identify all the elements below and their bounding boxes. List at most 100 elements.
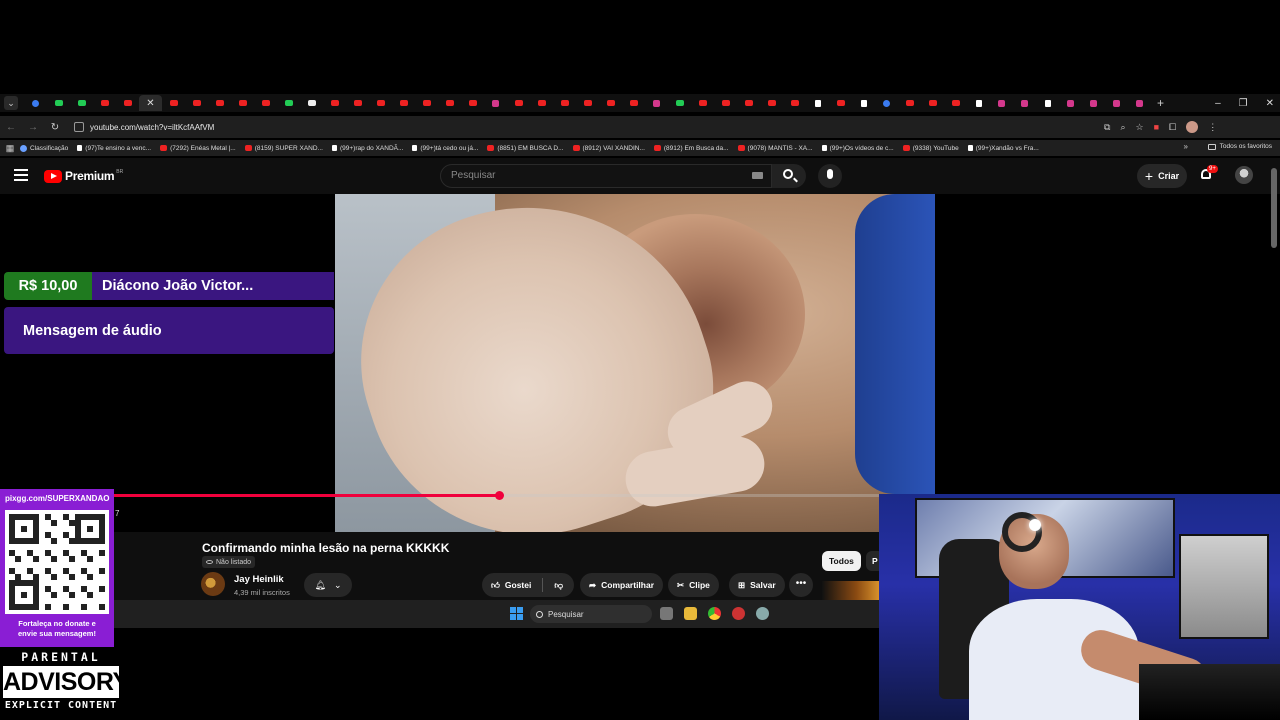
bookmark-item[interactable]: (9338) YouTube (902, 145, 959, 152)
forward-button[interactable]: → (22, 122, 44, 133)
browser-tab[interactable] (93, 95, 116, 111)
bookmark-item[interactable]: (99+)rap do XANDÃ... (331, 145, 403, 152)
browser-tab[interactable] (1082, 95, 1105, 111)
browser-tab[interactable] (1128, 95, 1151, 111)
close-window-button[interactable]: ✕ (1266, 98, 1274, 109)
browser-tab[interactable] (47, 95, 70, 111)
channel-avatar[interactable] (201, 572, 225, 596)
browser-tab[interactable] (208, 95, 231, 111)
subscription-bell-button[interactable]: 🔔︎ ⌄ (304, 573, 352, 597)
zoom-icon[interactable]: ⌕ (1120, 122, 1125, 133)
extensions-puzzle-icon[interactable]: ⧠ (1169, 122, 1176, 133)
create-button[interactable]: + Criar (1137, 164, 1187, 188)
share-button[interactable]: ➦ Compartilhar (580, 573, 664, 597)
apps-grid-icon[interactable]: ▦ (0, 143, 20, 154)
close-tab-icon[interactable]: ✕ (146, 98, 154, 109)
browser-tab[interactable] (254, 95, 277, 111)
browser-tab[interactable] (1013, 95, 1036, 111)
bookmark-item[interactable]: (99+)tá cedo ou já... (412, 145, 478, 152)
browser-tab[interactable] (737, 95, 760, 111)
channel-name[interactable]: Jay Heinlik (234, 574, 284, 585)
browser-tab[interactable] (645, 95, 668, 111)
menu-hamburger-icon[interactable] (14, 169, 28, 181)
browser-tab[interactable] (530, 95, 553, 111)
settings-gear-icon[interactable] (756, 607, 769, 620)
task-view-icon[interactable] (660, 607, 673, 620)
bookmark-item[interactable]: (99+)Os vídeos de c... (821, 145, 894, 152)
browser-tab[interactable] (24, 95, 47, 111)
reload-button[interactable]: ↻ (44, 122, 66, 133)
bookmark-item[interactable]: (8159) SUPER XAND... (244, 145, 323, 152)
browser-tab[interactable] (1105, 95, 1128, 111)
recommended-thumbnail[interactable] (822, 581, 879, 600)
chip-all[interactable]: Todos (822, 551, 861, 571)
browser-tab[interactable] (1059, 95, 1082, 111)
bookmark-item[interactable]: (9078) MANTIS - XA... (737, 145, 813, 152)
bookmark-item[interactable]: (7292) Enéas Metal |... (160, 145, 236, 152)
browser-tab[interactable] (691, 95, 714, 111)
browser-tab[interactable] (898, 95, 921, 111)
browser-tab[interactable] (783, 95, 806, 111)
bookmark-item[interactable]: Classificação (20, 144, 68, 152)
bookmark-item[interactable]: (99+)Xandão vs Fra... (967, 145, 1039, 152)
browser-tab[interactable] (668, 95, 691, 111)
browser-tab[interactable] (576, 95, 599, 111)
browser-tab[interactable] (507, 95, 530, 111)
bookmark-item[interactable]: (8912) Em Busca da... (653, 145, 729, 152)
bookmark-item[interactable]: (8912) VAI XANDIN... (572, 145, 645, 152)
new-tab-button[interactable]: + (1157, 96, 1164, 110)
windows-start-icon[interactable] (510, 607, 523, 620)
dislike-button[interactable]: 👎︎ (554, 580, 563, 591)
browser-tab[interactable] (438, 95, 461, 111)
bookmark-item[interactable]: (97)Te ensino a venc... (77, 145, 151, 152)
browser-tab[interactable] (553, 95, 576, 111)
bookmark-item[interactable]: (8851) EM BUSCA D... (487, 145, 564, 152)
page-scrollbar[interactable] (1271, 168, 1277, 248)
clip-button[interactable]: ✂ Clipe (668, 573, 719, 597)
search-button[interactable] (772, 164, 806, 188)
chrome-icon[interactable] (708, 607, 721, 620)
app-icon[interactable] (732, 607, 745, 620)
browser-tab[interactable] (921, 95, 944, 111)
all-bookmarks-button[interactable]: Todos os favoritos (1207, 143, 1272, 150)
bookmarks-overflow-icon[interactable]: » (1184, 142, 1188, 151)
browser-tab[interactable] (806, 95, 829, 111)
extension-icon[interactable]: ■ (1154, 122, 1159, 132)
minimize-button[interactable]: – (1215, 98, 1221, 109)
browser-tab[interactable] (875, 95, 898, 111)
browser-tab[interactable] (231, 95, 254, 111)
browser-tab[interactable] (415, 95, 438, 111)
more-actions-button[interactable]: ••• (789, 573, 813, 597)
browser-tab[interactable] (599, 95, 622, 111)
browser-tab[interactable] (116, 95, 139, 111)
browser-tab[interactable] (392, 95, 415, 111)
youtube-premium-logo[interactable]: Premium BR (44, 169, 123, 183)
browser-tab[interactable] (346, 95, 369, 111)
browser-tab[interactable] (461, 95, 484, 111)
browser-tab[interactable] (714, 95, 737, 111)
save-button[interactable]: ⊞ Salvar (729, 573, 785, 597)
browser-tab[interactable] (70, 95, 93, 111)
site-info-icon[interactable] (74, 122, 84, 132)
profile-avatar-icon[interactable] (1186, 121, 1199, 133)
browser-tab[interactable] (944, 95, 967, 111)
back-button[interactable]: ← (0, 122, 22, 133)
browser-tab[interactable] (852, 95, 875, 111)
browser-tab[interactable] (1036, 95, 1059, 111)
like-button[interactable]: 👍︎ Gostei (491, 580, 531, 591)
tab-search-dropdown[interactable]: ⌄ (4, 96, 18, 110)
voice-search-button[interactable] (818, 164, 842, 188)
video-player[interactable] (335, 194, 935, 532)
keyboard-icon[interactable] (752, 172, 763, 179)
browser-tab[interactable] (760, 95, 783, 111)
browser-tab[interactable] (990, 95, 1013, 111)
cast-icon[interactable]: ⧉ (1104, 122, 1110, 133)
bookmark-star-icon[interactable]: ☆ (1135, 122, 1143, 133)
browser-tab-active[interactable]: ✕ (139, 95, 162, 111)
search-input[interactable]: Pesquisar (440, 164, 772, 188)
browser-tab[interactable] (369, 95, 392, 111)
browser-tab[interactable] (185, 95, 208, 111)
browser-tab[interactable] (300, 95, 323, 111)
browser-tab[interactable] (277, 95, 300, 111)
file-explorer-icon[interactable] (684, 607, 697, 620)
